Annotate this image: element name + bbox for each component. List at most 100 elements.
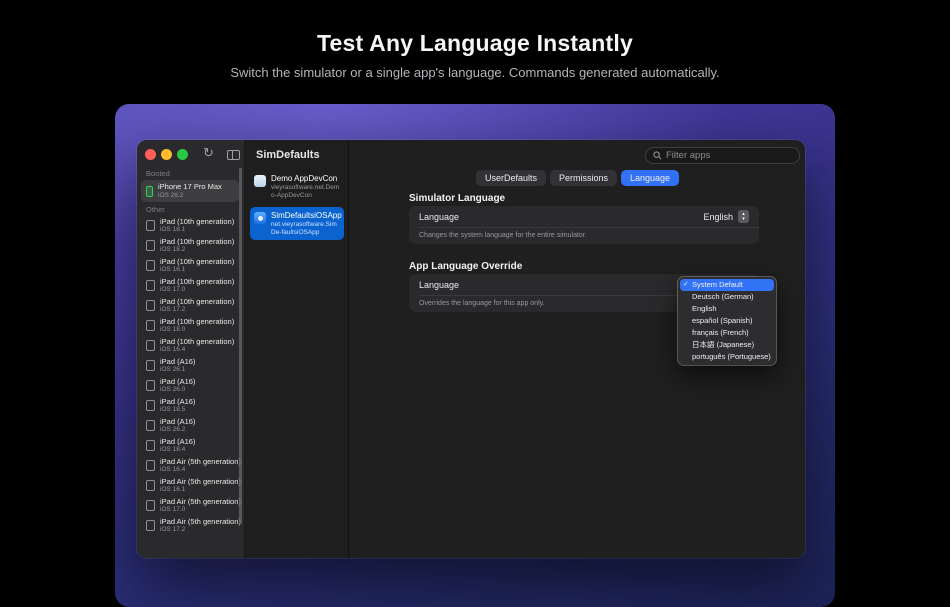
menu-item-language-option[interactable]: français (French) xyxy=(680,327,774,339)
sidebar-device-item[interactable]: iPad (A16)iOS 18.4 xyxy=(141,436,239,455)
ipad-icon xyxy=(146,320,155,331)
app-bundle-id: vieyrasoftware.net.Demo-AppDevCon xyxy=(271,184,340,199)
sidebar-device-item[interactable]: iPad (10th generation)iOS 16.1 xyxy=(141,256,239,275)
search-input[interactable]: Filter apps xyxy=(645,147,800,164)
device-name: iPad (10th generation) xyxy=(160,218,234,227)
device-os: iOS 26.0 xyxy=(160,386,195,394)
device-os: iOS 17.2 xyxy=(160,306,234,314)
ipad-icon xyxy=(146,460,155,471)
ipad-icon xyxy=(146,340,155,351)
ipad-icon xyxy=(146,480,155,491)
device-os: iOS 18.5 xyxy=(160,406,195,414)
tab-permissions[interactable]: Permissions xyxy=(550,170,617,186)
ipad-icon xyxy=(146,220,155,231)
device-os: iOS 16.4 xyxy=(160,466,236,474)
app-icon xyxy=(254,175,266,187)
sidebar-device-item[interactable]: iPad (A16)iOS 26.2 xyxy=(141,416,239,435)
sidebar-device-item[interactable]: iPad (10th generation)iOS 17.0 xyxy=(141,276,239,295)
menu-item-language-option[interactable]: Deutsch (German) xyxy=(680,291,774,303)
menu-item-language-option[interactable]: português (Portuguese) xyxy=(680,351,774,363)
gradient-panel: ↻ BootediPhone 17 Pro MaxiOS 26.2OtheriP… xyxy=(115,104,835,607)
device-os: iOS 17.0 xyxy=(160,286,234,294)
device-name: iPhone 17 Pro Max xyxy=(158,183,222,192)
menu-item-language-option[interactable]: English xyxy=(680,303,774,315)
device-name: iPad Air (5th generation) xyxy=(160,458,236,467)
sidebar-device-item[interactable]: iPad Air (5th generation)iOS 16.4 xyxy=(141,456,239,475)
refresh-icon[interactable]: ↻ xyxy=(203,145,214,161)
sidebar-toggle-icon[interactable] xyxy=(227,150,240,160)
device-os: iOS 16.4 xyxy=(160,346,234,354)
menu-item-language-option[interactable]: ✓System Default xyxy=(680,279,774,291)
ipad-icon xyxy=(146,500,155,511)
app-window: ↻ BootediPhone 17 Pro MaxiOS 26.2OtheriP… xyxy=(137,140,805,558)
sidebar-device-item[interactable]: iPad (10th generation)iOS 18.1 xyxy=(141,216,239,235)
device-os: iOS 18.4 xyxy=(160,446,195,454)
hero: Test Any Language Instantly Switch the s… xyxy=(0,30,950,80)
simulator-language-caption: Changes the system language for the enti… xyxy=(409,228,759,244)
language-dropdown-menu: ✓System DefaultDeutsch (German)Englishes… xyxy=(678,277,776,365)
device-os: iOS 16.1 xyxy=(160,486,236,494)
app-name: SimDefaultsiOSApp xyxy=(271,211,340,221)
device-name: iPad (A16) xyxy=(160,398,195,407)
sidebar-device-item[interactable]: iPhone 17 Pro MaxiOS 26.2 xyxy=(141,180,239,202)
simulator-language-value: English xyxy=(703,212,733,222)
sidebar-scrollbar[interactable] xyxy=(239,168,242,524)
device-os: iOS 18.0 xyxy=(160,326,234,334)
sidebar-section-label: Other xyxy=(146,205,244,214)
simulator-language-label: Language xyxy=(419,212,459,222)
app-language-heading: App Language Override xyxy=(409,261,522,272)
app-icon xyxy=(254,212,266,224)
stepper-icon[interactable]: ▴ ▾ xyxy=(738,210,749,223)
iphone-icon xyxy=(146,186,153,197)
device-name: iPad Air (5th generation) xyxy=(160,518,236,527)
app-list-item[interactable]: SimDefaultsiOSAppnet.vieyrasoftware.SimD… xyxy=(250,207,344,240)
ipad-icon xyxy=(146,400,155,411)
hero-title: Test Any Language Instantly xyxy=(0,30,950,57)
device-os: iOS 26.1 xyxy=(160,366,195,374)
tab-userdefaults[interactable]: UserDefaults xyxy=(476,170,546,186)
sidebar-device-item[interactable]: iPad (10th generation)iOS 18.2 xyxy=(141,236,239,255)
ipad-icon xyxy=(146,360,155,371)
app-name: Demo AppDevCon xyxy=(271,174,340,184)
device-name: iPad Air (5th generation) xyxy=(160,498,236,507)
sidebar-device-item[interactable]: iPad (10th generation)iOS 18.0 xyxy=(141,316,239,335)
app-language-label: Language xyxy=(419,280,459,290)
window-title: SimDefaults xyxy=(256,149,320,161)
device-name: iPad (A16) xyxy=(160,358,195,367)
simulator-language-heading: Simulator Language xyxy=(409,193,505,204)
device-os: iOS 17.0 xyxy=(160,506,236,514)
search-placeholder: Filter apps xyxy=(666,150,710,161)
sidebar-device-item[interactable]: iPad (A16)iOS 26.0 xyxy=(141,376,239,395)
device-name: iPad (10th generation) xyxy=(160,238,234,247)
chevron-down-icon: ▾ xyxy=(742,217,745,222)
sidebar-device-item[interactable]: iPad Air (5th generation)iOS 16.1 xyxy=(141,476,239,495)
search-icon xyxy=(653,151,662,160)
app-list-item[interactable]: Demo AppDevConvieyrasoftware.net.Demo-Ap… xyxy=(250,170,344,203)
app-bundle-id: net.vieyrasoftware.SimDe-faultsiOSApp xyxy=(271,221,340,236)
sidebar-device-item[interactable]: iPad (10th generation)iOS 17.2 xyxy=(141,296,239,315)
zoom-window-button[interactable] xyxy=(177,149,188,160)
sidebar-device-item[interactable]: iPad (A16)iOS 18.5 xyxy=(141,396,239,415)
device-os: iOS 17.2 xyxy=(160,526,236,534)
device-os: iOS 18.2 xyxy=(160,246,234,254)
close-window-button[interactable] xyxy=(145,149,156,160)
hero-subtitle: Switch the simulator or a single app's l… xyxy=(0,65,950,80)
sidebar-device-item[interactable]: iPad (10th generation)iOS 16.4 xyxy=(141,336,239,355)
device-os: iOS 18.1 xyxy=(160,226,234,234)
ipad-icon xyxy=(146,380,155,391)
menu-item-language-option[interactable]: 日本語 (Japanese) xyxy=(680,339,774,351)
device-os: iOS 16.1 xyxy=(160,266,234,274)
device-os: iOS 26.2 xyxy=(160,426,195,434)
simulator-language-popup[interactable]: English ▴ ▾ xyxy=(703,210,749,223)
menu-item-language-option[interactable]: español (Spanish) xyxy=(680,315,774,327)
device-name: iPad (10th generation) xyxy=(160,298,234,307)
device-list: BootediPhone 17 Pro MaxiOS 26.2OtheriPad… xyxy=(137,166,244,536)
tab-language[interactable]: Language xyxy=(621,170,679,186)
ipad-icon xyxy=(146,260,155,271)
tab-bar: UserDefaultsPermissionsLanguage xyxy=(350,170,805,186)
sidebar-device-item[interactable]: iPad Air (5th generation)iOS 17.0 xyxy=(141,496,239,515)
sidebar-device-item[interactable]: iPad Air (5th generation)iOS 17.2 xyxy=(141,516,239,535)
ipad-icon xyxy=(146,240,155,251)
sidebar-device-item[interactable]: iPad (A16)iOS 26.1 xyxy=(141,356,239,375)
minimize-window-button[interactable] xyxy=(161,149,172,160)
